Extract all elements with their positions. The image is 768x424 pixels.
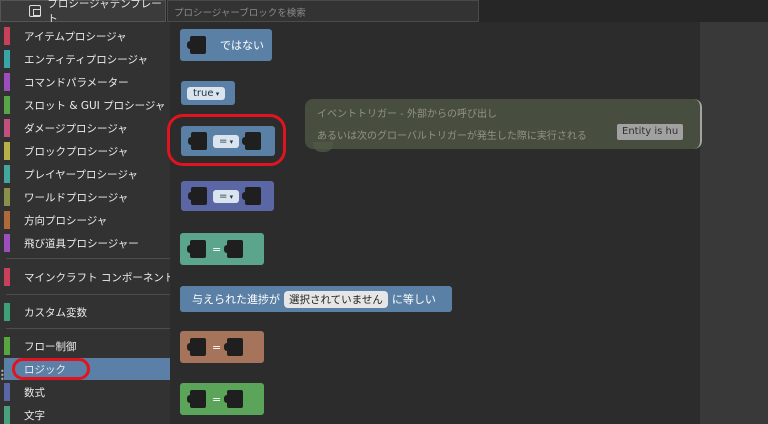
category-sidebar: アイテムプロシージャ エンティティプロシージャ コマンドパラメーター スロット …	[0, 22, 174, 424]
sidebar-item-item-procedures[interactable]: アイテムプロシージャ	[4, 25, 170, 47]
sidebar-item-projectile-procedures[interactable]: 飛び道具プロシージャー	[4, 232, 170, 254]
operator-dropdown[interactable]: =	[213, 189, 240, 203]
sidebar-item-text[interactable]: 文字	[4, 404, 170, 424]
left-input-socket	[188, 187, 207, 205]
category-color-bar	[4, 360, 10, 378]
sidebar-item-label: ワールドプロシージャ	[24, 191, 129, 204]
sidebar-item-world-procedures[interactable]: ワールドプロシージャ	[4, 186, 170, 208]
advancement-prefix: 与えられた進捗が	[192, 293, 280, 306]
logic-not-block[interactable]: ではない	[180, 29, 272, 61]
sidebar-item-label: 飛び道具プロシージャー	[24, 237, 139, 250]
item-equals-block[interactable]: =	[180, 383, 264, 415]
left-input-socket	[188, 132, 207, 150]
sidebar-divider	[6, 258, 170, 259]
sidebar-item-label: マインクラフト コンポーネント	[24, 271, 175, 284]
sidebar-item-label: アイテムプロシージャ	[24, 30, 127, 43]
resize-grip-icon[interactable]: • • •	[0, 368, 5, 384]
event-trigger-ghost-block: イベントトリガー - 外部からの呼び出し あるいは次のグローバルトリガーが発生し…	[305, 99, 702, 149]
category-color-bar	[4, 96, 10, 114]
left-input-socket	[187, 338, 206, 356]
right-input-socket	[224, 338, 244, 356]
sidebar-item-player-procedures[interactable]: プレイヤープロシージャ	[4, 163, 170, 185]
category-color-bar	[4, 383, 10, 401]
sidebar-item-label: 方向プロシージャ	[24, 214, 108, 227]
category-color-bar	[4, 165, 10, 183]
category-color-bar	[4, 211, 10, 229]
logic-compare-block[interactable]: =	[181, 126, 275, 156]
top-bar: プロシージャテンプレート プロシージャーブロックを検索	[0, 0, 768, 25]
true-dropdown[interactable]: true	[187, 86, 226, 100]
math-compare-block[interactable]: =	[181, 181, 274, 211]
sidebar-item-damage-procedures[interactable]: ダメージプロシージャ	[4, 117, 170, 139]
sidebar-item-direction-procedures[interactable]: 方向プロシージャ	[4, 209, 170, 231]
operator-dropdown[interactable]: =	[213, 134, 240, 148]
category-color-bar	[4, 268, 10, 286]
sidebar-divider	[6, 328, 170, 329]
right-input-socket	[242, 132, 262, 150]
right-input-socket	[242, 187, 262, 205]
category-color-bar	[4, 234, 10, 252]
category-color-bar	[4, 50, 10, 68]
sidebar-item-command-parameters[interactable]: コマンドパラメーター	[4, 71, 170, 93]
right-panel	[700, 22, 768, 424]
sidebar-item-math[interactable]: 数式	[4, 381, 170, 403]
direction-equals-block[interactable]: =	[180, 331, 264, 363]
left-input-socket	[187, 390, 206, 408]
sidebar-item-label: 数式	[24, 386, 45, 399]
block-search-input[interactable]: プロシージャーブロックを検索	[167, 0, 479, 22]
template-icon	[29, 5, 42, 17]
category-color-bar	[4, 73, 10, 91]
category-color-bar	[4, 406, 10, 424]
logic-true-block[interactable]: true	[181, 81, 235, 105]
sidebar-item-label: コマンドパラメーター	[24, 76, 129, 89]
sidebar-item-custom-variables[interactable]: カスタム変数	[4, 301, 170, 323]
sidebar-item-label: カスタム変数	[24, 306, 87, 319]
advancement-selector[interactable]: 選択されていません	[284, 290, 388, 308]
sidebar-item-label: ブロックプロシージャ	[24, 145, 129, 158]
sidebar-item-slot-gui-procedures[interactable]: スロット & GUI プロシージャ	[4, 94, 170, 116]
category-color-bar	[4, 119, 10, 137]
sidebar-item-entity-procedures[interactable]: エンティティプロシージャ	[4, 48, 170, 70]
left-input-socket	[187, 240, 206, 258]
block-palette	[170, 22, 700, 424]
sidebar-divider	[6, 294, 170, 295]
category-color-bar	[4, 337, 10, 355]
sidebar-item-label: エンティティプロシージャ	[24, 53, 149, 66]
entity-chip: Entity is hu	[617, 124, 684, 140]
sidebar-item-label: スロット & GUI プロシージャ	[24, 99, 166, 112]
sidebar-item-logic[interactable]: ロジック	[4, 358, 170, 380]
sidebar-item-label: フロー制御	[24, 340, 77, 353]
advancement-equals-block[interactable]: 与えられた進捗が 選択されていません に等しい	[180, 286, 452, 312]
input-socket	[187, 36, 206, 54]
ghost-line-1: イベントトリガー - 外部からの呼び出し	[317, 109, 497, 120]
sidebar-item-label: プレイヤープロシージャ	[24, 168, 138, 181]
sidebar-item-block-procedures[interactable]: ブロックプロシージャ	[4, 140, 170, 162]
category-color-bar	[4, 303, 10, 321]
advancement-suffix: に等しい	[391, 293, 436, 306]
sidebar-item-flow-control[interactable]: フロー制御	[4, 335, 170, 357]
sidebar-item-label: 文字	[24, 409, 45, 422]
right-input-socket	[224, 240, 244, 258]
category-color-bar	[4, 142, 10, 160]
right-input-socket	[224, 390, 244, 408]
ghost-line-2: あるいは次のグローバルトリガーが発生した際に実行される	[317, 131, 587, 142]
category-color-bar	[4, 188, 10, 206]
sidebar-item-label: ロジック	[24, 363, 66, 376]
category-color-bar	[4, 27, 10, 45]
sidebar-item-minecraft-components[interactable]: マインクラフト コンポーネント	[4, 266, 174, 288]
procedure-template-button[interactable]: プロシージャテンプレート	[0, 0, 166, 25]
not-label: ではない	[220, 39, 264, 52]
sidebar-item-label: ダメージプロシージャ	[24, 122, 128, 135]
text-equals-block[interactable]: =	[180, 233, 264, 265]
